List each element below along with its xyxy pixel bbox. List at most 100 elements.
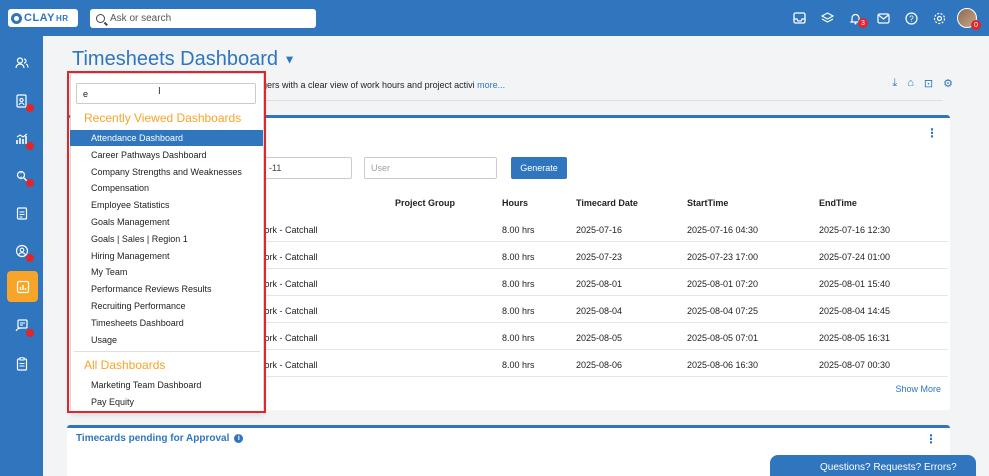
dashboard-search-input[interactable]: e bbox=[76, 83, 256, 104]
sidebar-people-icon[interactable] bbox=[0, 48, 43, 78]
settings-gear-icon[interactable] bbox=[925, 7, 953, 29]
end-time-cell: 2025-07-16 12:30 bbox=[819, 225, 891, 235]
project-cell: /ork - Catchall bbox=[262, 252, 318, 262]
mail-icon[interactable] bbox=[869, 7, 897, 29]
app-logo[interactable]: CLAY HR bbox=[8, 9, 78, 27]
dashboard-list-item[interactable]: Employee Statistics bbox=[70, 197, 263, 213]
card2-title-text: Timecards pending for Approval bbox=[76, 433, 230, 444]
project-cell: /ork - Catchall bbox=[262, 333, 318, 343]
user-filter-input[interactable]: User bbox=[364, 157, 497, 179]
logo-text: CLAY bbox=[24, 12, 55, 24]
timecard-date-cell: 2025-08-05 bbox=[576, 333, 623, 343]
title-dropdown-caret-icon[interactable]: ▼ bbox=[284, 53, 296, 67]
all-dashboards-header: All Dashboards bbox=[84, 358, 166, 372]
table-row[interactable]: /ork - Catchall 8.00 hrs 2025-08-06 2025-08… bbox=[262, 351, 948, 377]
sidebar-clipboard-icon[interactable] bbox=[0, 198, 43, 228]
dashboard-toolbar: ⤓ ⌂ ⊡ ⚙ bbox=[892, 77, 953, 90]
start-time-cell: 2025-08-04 07:25 bbox=[687, 306, 759, 316]
layers-icon[interactable] bbox=[813, 7, 841, 29]
column-header[interactable]: Project Group bbox=[395, 198, 455, 208]
search-icon bbox=[96, 14, 105, 23]
top-bar: CLAY HR Ask or search 3 ? 0 bbox=[0, 0, 989, 36]
end-time-cell: 2025-07-24 01:00 bbox=[819, 252, 891, 262]
dashboard-list-item[interactable]: My Team bbox=[70, 264, 263, 280]
hours-cell: 8.00 hrs bbox=[502, 333, 535, 343]
show-more-link[interactable]: Show More bbox=[895, 384, 941, 394]
dashboard-list-item[interactable]: Company Strengths and Weaknesses bbox=[70, 164, 263, 180]
inbox-icon[interactable] bbox=[785, 7, 813, 29]
date-filter-input[interactable]: -11 bbox=[262, 157, 352, 179]
support-chat-button[interactable]: Questions? Requests? Errors? bbox=[770, 455, 976, 476]
download-icon[interactable]: ⤓ bbox=[892, 77, 897, 90]
dashboard-list-item[interactable]: Career Pathways Dashboard bbox=[70, 147, 263, 163]
hours-cell: 8.00 hrs bbox=[502, 252, 535, 262]
dashboard-list-item[interactable]: Pay Equity bbox=[70, 394, 263, 410]
settings-gear-icon[interactable]: ⚙ bbox=[943, 77, 953, 90]
timecard-date-cell: 2025-08-06 bbox=[576, 360, 623, 370]
timecard-date-cell: 2025-07-16 bbox=[576, 225, 623, 235]
table-row[interactable]: /ork - Catchall 8.00 hrs 2025-08-05 2025-08… bbox=[262, 324, 948, 350]
dashboard-list-item[interactable]: Recruiting Performance bbox=[70, 298, 263, 314]
table-row[interactable]: /ork - Catchall 8.00 hrs 2025-07-23 2025-07… bbox=[262, 243, 948, 269]
start-time-cell: 2025-08-05 07:01 bbox=[687, 333, 759, 343]
project-cell: /ork - Catchall bbox=[262, 279, 318, 289]
page-subtitle: gers with a clear view of work hours and… bbox=[262, 80, 505, 90]
left-sidebar bbox=[0, 36, 43, 476]
end-time-cell: 2025-08-01 15:40 bbox=[819, 279, 891, 289]
avatar-badge: 0 bbox=[971, 20, 981, 30]
sidebar-profile-icon[interactable] bbox=[0, 236, 43, 266]
sidebar-dashboards-icon[interactable] bbox=[7, 271, 38, 302]
sidebar-checklist-icon[interactable] bbox=[0, 349, 43, 379]
top-icons: 3 ? 0 bbox=[785, 7, 981, 30]
more-link[interactable]: more... bbox=[477, 80, 505, 90]
sidebar-time-icon[interactable] bbox=[0, 311, 43, 341]
table-row[interactable]: /ork - Catchall 8.00 hrs 2025-07-16 2025-07… bbox=[262, 216, 948, 242]
home-icon[interactable]: ⌂ bbox=[907, 77, 914, 90]
sidebar-alert-dot bbox=[26, 329, 34, 337]
column-header[interactable]: Hours bbox=[502, 198, 528, 208]
info-icon[interactable]: i bbox=[234, 434, 244, 443]
logo-suffix: HR bbox=[55, 13, 69, 23]
table-row[interactable]: /ork - Catchall 8.00 hrs 2025-08-04 2025-08… bbox=[262, 297, 948, 323]
sidebar-document-person-icon[interactable] bbox=[0, 86, 43, 116]
dashboard-list-item[interactable]: Goals | Sales | Region 1 bbox=[70, 231, 263, 247]
dashboard-list-item[interactable]: Goals Management bbox=[70, 214, 263, 230]
hours-cell: 8.00 hrs bbox=[502, 360, 535, 370]
search-placeholder: Ask or search bbox=[110, 13, 172, 24]
column-header[interactable]: Timecard Date bbox=[576, 198, 638, 208]
dashboard-list-item[interactable]: Usage bbox=[70, 332, 263, 348]
svg-text:?: ? bbox=[909, 14, 914, 23]
dashboard-list-item[interactable]: Performance Reviews Results bbox=[70, 281, 263, 297]
column-header[interactable]: StartTime bbox=[687, 198, 728, 208]
hours-cell: 8.00 hrs bbox=[502, 225, 535, 235]
column-header[interactable]: EndTime bbox=[819, 198, 857, 208]
text-cursor-icon: I bbox=[158, 86, 161, 97]
sidebar-alert-dot bbox=[26, 254, 34, 262]
end-time-cell: 2025-08-04 14:45 bbox=[819, 306, 891, 316]
end-time-cell: 2025-08-07 00:30 bbox=[819, 360, 891, 370]
dashboard-list-item[interactable]: Attendance Dashboard bbox=[70, 130, 263, 146]
generate-button[interactable]: Generate bbox=[511, 157, 567, 179]
notifications-count-badge: 3 bbox=[858, 18, 868, 28]
user-avatar[interactable]: 0 bbox=[953, 7, 981, 30]
dashboard-list-item[interactable]: Hiring Management bbox=[70, 248, 263, 264]
help-icon[interactable]: ? bbox=[897, 7, 925, 29]
divider bbox=[74, 351, 260, 352]
dashboard-list-item[interactable]: Marketing Team Dashboard bbox=[70, 377, 263, 393]
notifications-bell-icon[interactable]: 3 bbox=[841, 7, 869, 29]
card-menu-kebab-icon[interactable]: ⋮ bbox=[926, 126, 938, 140]
logo-icon bbox=[11, 12, 22, 24]
timecard-date-cell: 2025-08-01 bbox=[576, 279, 623, 289]
sidebar-goals-icon[interactable] bbox=[0, 161, 43, 191]
dashboard-list-item[interactable]: Timesheets Dashboard bbox=[70, 315, 263, 331]
sidebar-analytics-icon[interactable] bbox=[0, 124, 43, 154]
table-row[interactable]: /ork - Catchall 8.00 hrs 2025-08-01 2025-08… bbox=[262, 270, 948, 296]
recent-dashboards-header: Recently Viewed Dashboards bbox=[84, 111, 242, 125]
sidebar-alert-dot bbox=[26, 104, 34, 112]
expand-icon[interactable]: ⊡ bbox=[924, 77, 933, 90]
page-title[interactable]: Timesheets Dashboard ▼ bbox=[72, 48, 295, 71]
project-cell: /ork - Catchall bbox=[262, 306, 318, 316]
global-search[interactable]: Ask or search bbox=[90, 9, 316, 28]
card2-menu-kebab-icon[interactable]: ⋮ bbox=[925, 432, 937, 446]
dashboard-list-item[interactable]: Compensation bbox=[70, 180, 263, 196]
